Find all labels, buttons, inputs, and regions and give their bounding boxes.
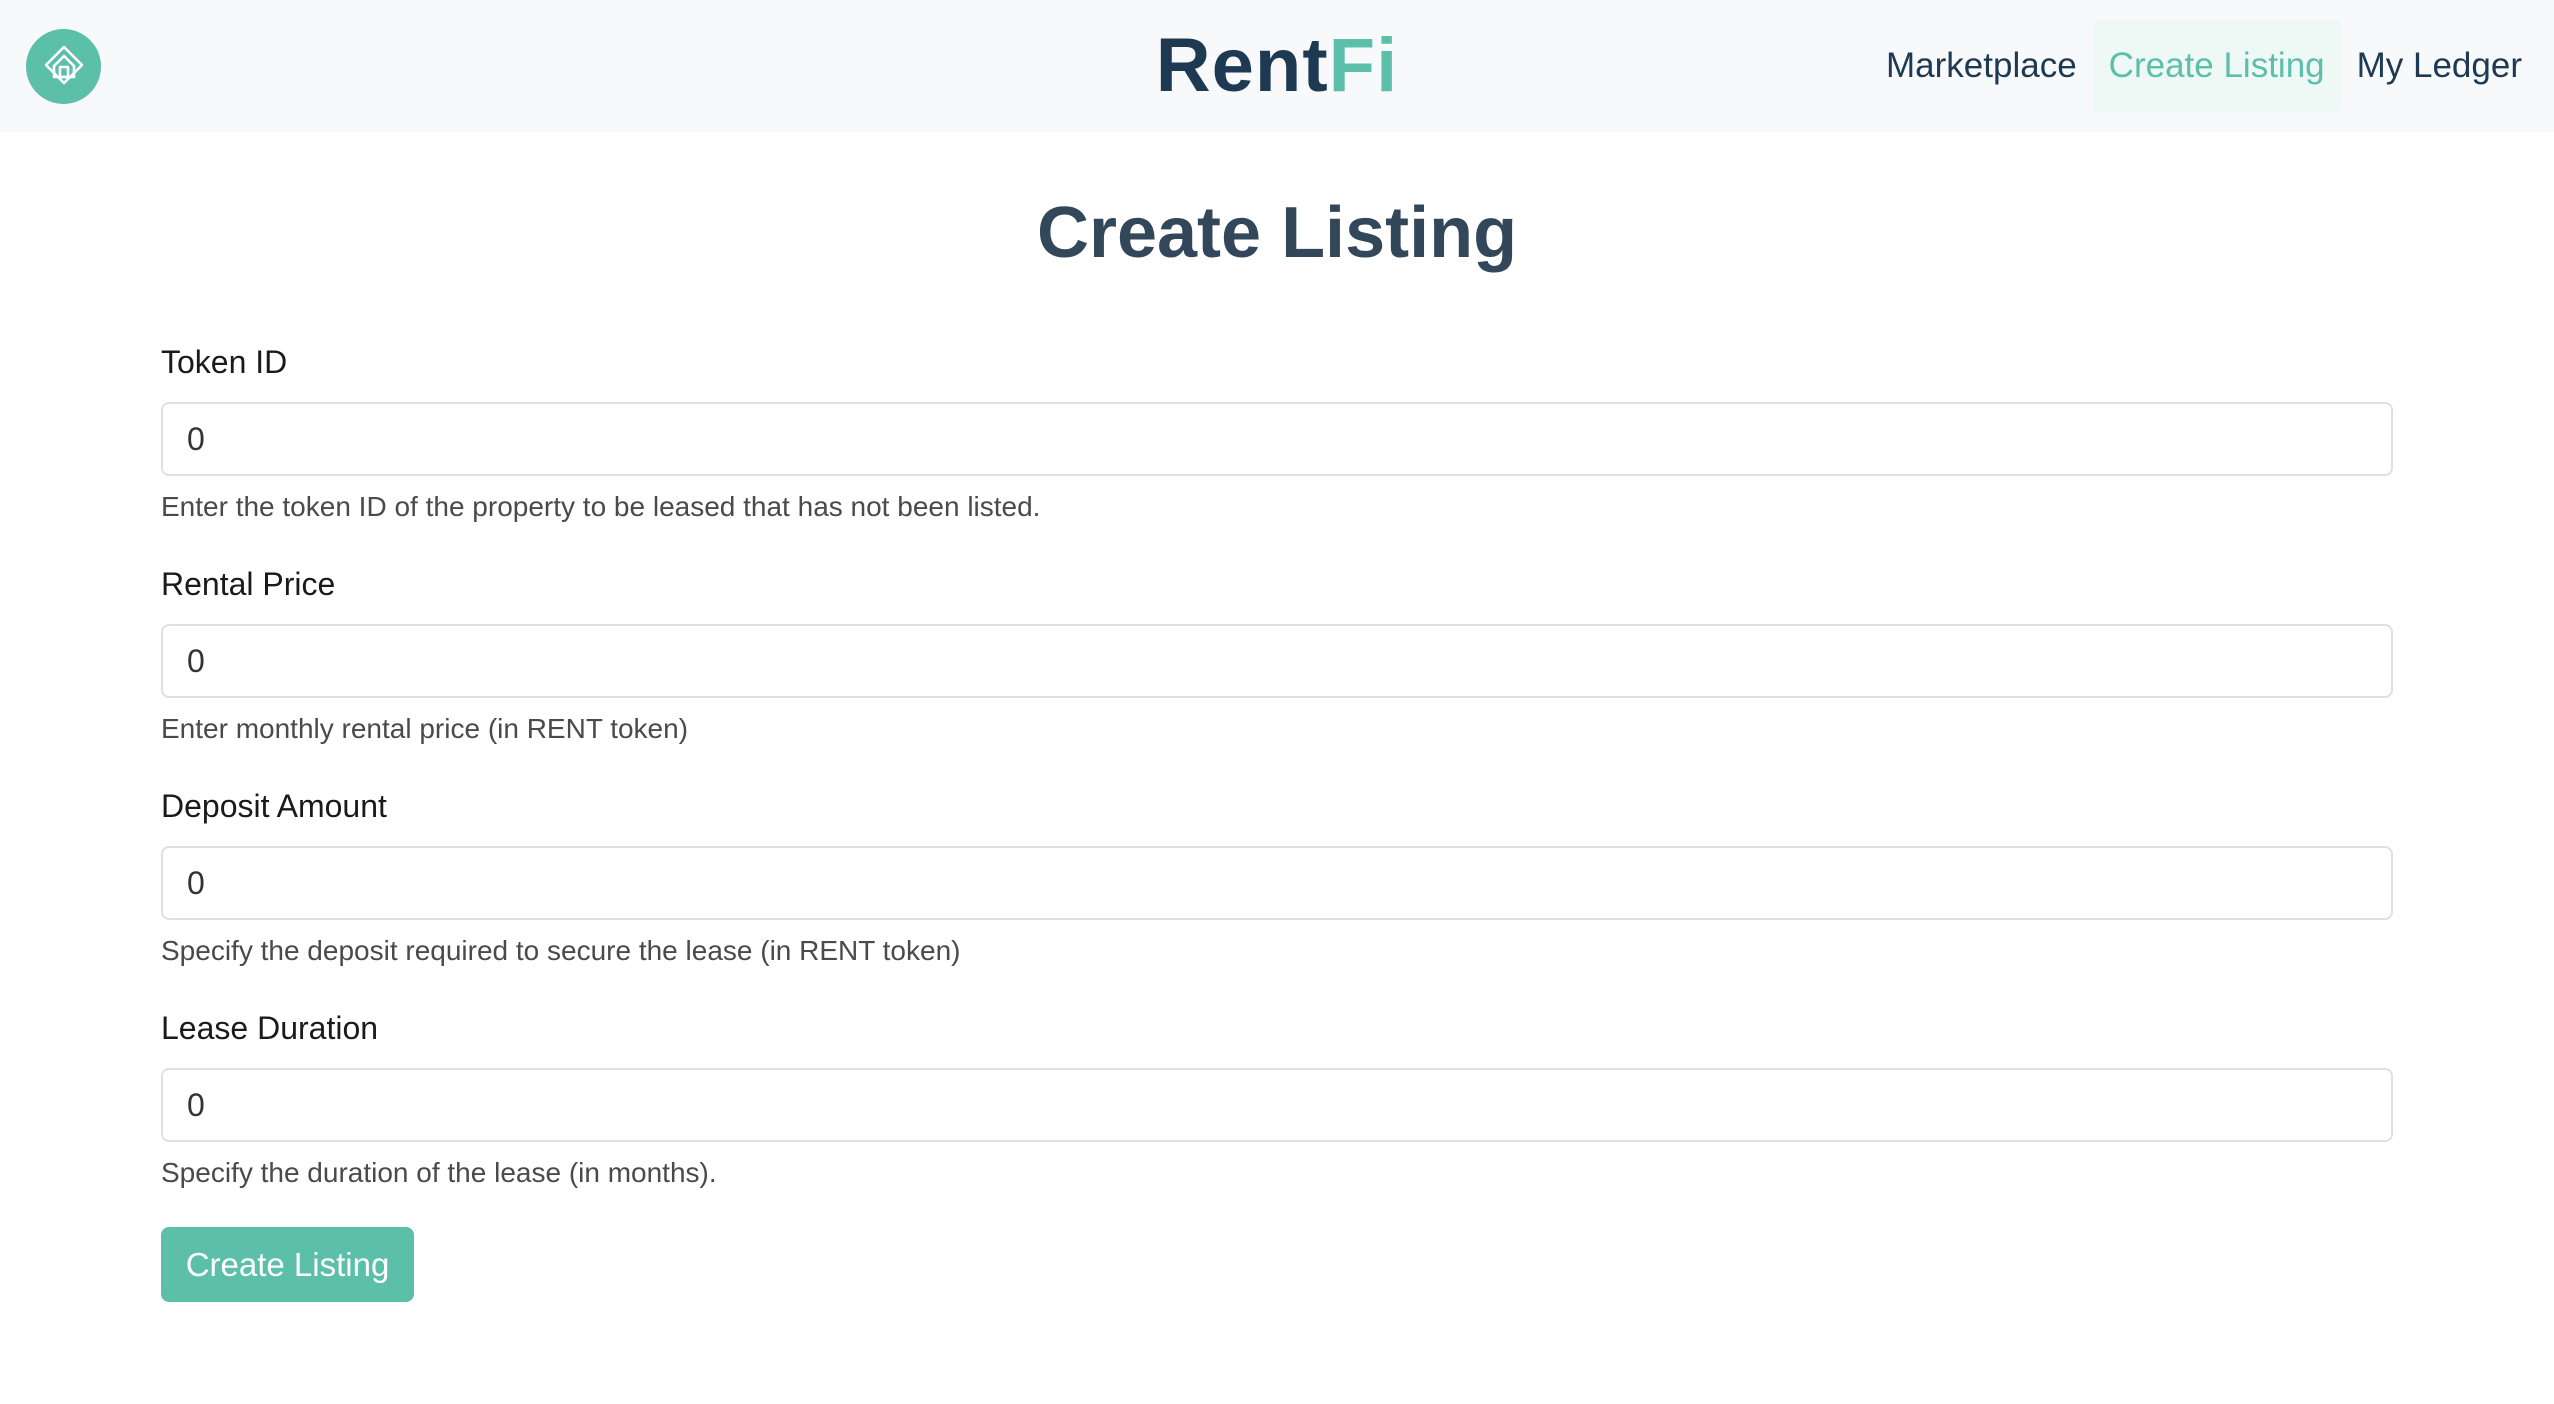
deposit-amount-label: Deposit Amount bbox=[161, 788, 387, 824]
lease-duration-help: Specify the duration of the lease (in mo… bbox=[161, 1157, 717, 1188]
nav-create-listing[interactable]: Create Listing bbox=[2092, 20, 2341, 112]
deposit-amount-input[interactable] bbox=[161, 846, 2393, 920]
brand-text-fi: Fi bbox=[1328, 23, 1399, 108]
token-id-input[interactable] bbox=[161, 402, 2393, 476]
lease-duration-input[interactable] bbox=[161, 1068, 2393, 1142]
rental-price-input[interactable] bbox=[161, 624, 2393, 698]
deposit-amount-help: Specify the deposit required to secure t… bbox=[161, 935, 961, 966]
lease-duration-label: Lease Duration bbox=[161, 1010, 379, 1046]
rental-price-label: Rental Price bbox=[161, 566, 336, 602]
page-title: Create Listing bbox=[1036, 193, 1518, 273]
brand-text-rent: Rent bbox=[1155, 23, 1329, 108]
create-listing-button[interactable]: Create Listing bbox=[161, 1227, 414, 1302]
token-id-label: Token ID bbox=[161, 344, 288, 380]
token-id-help: Enter the token ID of the property to be… bbox=[161, 491, 1041, 522]
nav-marketplace[interactable]: Marketplace bbox=[1870, 20, 2093, 112]
nav-links: Marketplace Create Listing My Ledger bbox=[1870, 20, 2538, 112]
nav-my-ledger[interactable]: My Ledger bbox=[2341, 20, 2538, 112]
rental-price-help: Enter monthly rental price (in RENT toke… bbox=[161, 713, 689, 744]
navbar: RentFi Marketplace Create Listing My Led… bbox=[0, 0, 2554, 132]
